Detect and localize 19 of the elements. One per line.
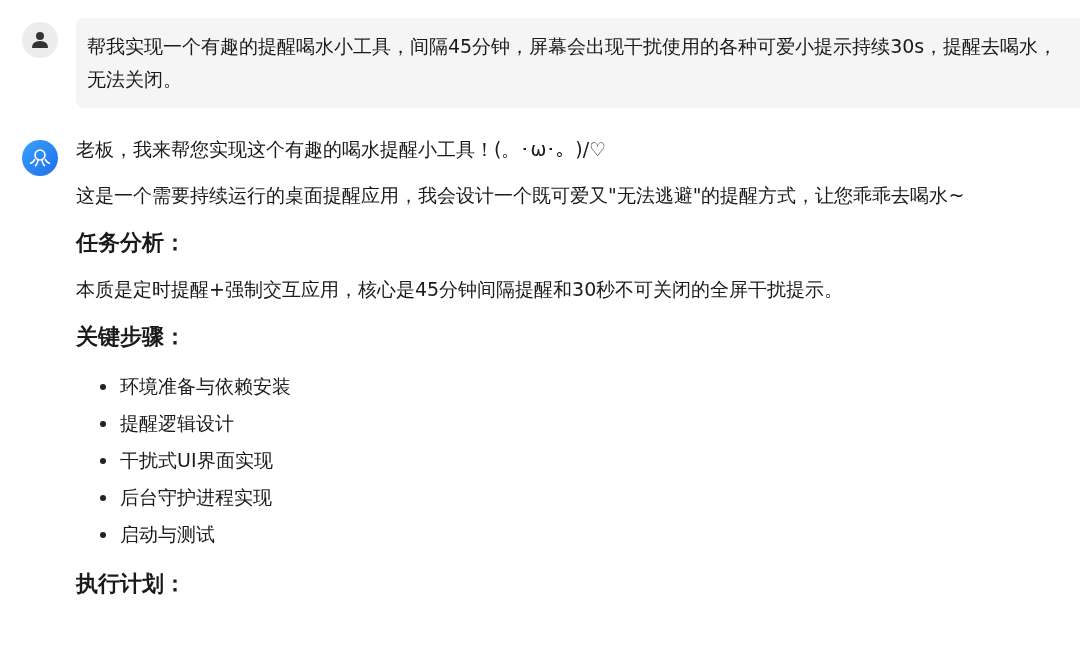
list-item: 提醒逻辑设计 <box>120 410 234 436</box>
message-paragraph: 本质是定时提醒+强制交互应用，核心是45分钟间隔提醒和30秒不可关闭的全屏干扰提示。 <box>76 277 845 302</box>
message-paragraph: 老板，我来帮您实现这个有趣的喝水提醒小工具！(。･ω･。)/♡ <box>76 137 608 162</box>
section-heading: 关键步骤： <box>76 323 187 351</box>
list-item: 启动与测试 <box>120 521 215 547</box>
section-heading: 执行计划： <box>76 570 187 598</box>
list-item: 环境准备与依赖安装 <box>120 373 291 399</box>
message-paragraph: 这是一个需要持续运行的桌面提醒应用，我会设计一个既可爱又"无法逃避"的提醒方式，让您乖乖去喝水~ <box>76 183 966 208</box>
bullet-icon <box>100 457 106 464</box>
section-heading: 任务分析： <box>76 229 187 257</box>
list-item: 后台守护进程实现 <box>120 484 272 510</box>
user-message: 帮我实现一个有趣的提醒喝水小工具，间隔45分钟，屏幕会出现干扰使用的各种可爱小提示持续30s，提醒去喝水，无法关闭。 <box>76 18 1080 108</box>
octopus-icon <box>28 148 52 168</box>
list-item: 干扰式UI界面实现 <box>120 447 273 473</box>
person-icon <box>31 31 49 49</box>
bullet-icon <box>100 531 106 538</box>
bullet-icon <box>100 420 106 427</box>
bullet-icon <box>100 494 106 501</box>
bullet-icon <box>100 383 106 390</box>
